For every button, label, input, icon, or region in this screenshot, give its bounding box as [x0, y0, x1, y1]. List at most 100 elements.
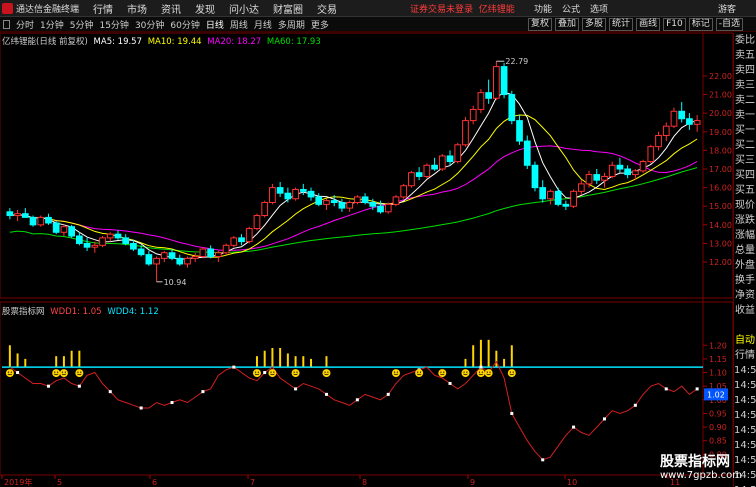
sidebar-item[interactable]: 收益 [734, 303, 756, 318]
candle-body [346, 202, 353, 209]
smiley-eye [10, 371, 12, 373]
sidebar-item[interactable]: 现价 [734, 198, 756, 213]
sidebar-item[interactable]: 行情 [734, 348, 756, 363]
smiley-eye [54, 371, 56, 373]
sidebar-item[interactable]: 买一 [734, 123, 756, 138]
candle-body [608, 164, 616, 177]
sidebar-item[interactable]: 外盘 [734, 258, 756, 273]
candle-body [539, 187, 547, 200]
y-tick-label: 22.00 [709, 72, 732, 81]
sidebar-item[interactable]: 自动 [734, 333, 756, 348]
sidebar-item[interactable]: 买五 [734, 183, 756, 198]
candle-body [624, 168, 631, 176]
candle-body [323, 200, 330, 205]
smiley-signal-icon [52, 369, 61, 378]
candle-body [114, 233, 122, 239]
smiley-face [391, 369, 400, 378]
sidebar-item[interactable]: 14:56 [734, 363, 756, 378]
sidebar-item[interactable]: 净资 [734, 288, 756, 303]
candle-body [477, 92, 485, 110]
sidebar-item[interactable]: 14:56 [734, 438, 756, 453]
y-tick-label: 18.00 [709, 146, 732, 155]
candle-body [106, 233, 114, 239]
candle-body [276, 187, 284, 194]
y-tick-label: 17.00 [709, 165, 732, 174]
indicator-y-tick-label: 0.85 [709, 437, 727, 446]
smiley-signal-icon [5, 369, 14, 378]
ma5-label: MA5: 19.57 [93, 37, 143, 47]
signal-bar [16, 353, 19, 368]
sidebar-item[interactable]: 卖二 [734, 93, 756, 108]
sidebar-item[interactable]: 14:56 [734, 483, 756, 487]
candle-body [338, 202, 346, 209]
smiley-eye [486, 371, 488, 373]
sidebar-item[interactable]: 14:56 [734, 423, 756, 438]
wdd1-point [633, 403, 637, 407]
sidebar-item[interactable] [734, 318, 756, 333]
candle-body [122, 237, 130, 244]
smiley-eye [296, 371, 298, 373]
smiley-face [322, 369, 331, 378]
smiley-face [461, 369, 470, 378]
signal-bar [279, 348, 282, 368]
sidebar-item[interactable]: 卖五 [734, 48, 756, 63]
sidebar-item[interactable]: 14:56 [734, 393, 756, 408]
candle-body [330, 200, 338, 204]
wdd1-point [355, 398, 359, 402]
sidebar-item[interactable]: 卖一 [734, 108, 756, 123]
smiley-signal-icon [252, 369, 261, 378]
wdd1-point [108, 390, 112, 394]
sidebar-item[interactable]: 卖三 [734, 78, 756, 93]
candle-body [686, 118, 693, 125]
candle-body [500, 66, 508, 96]
candle-body [585, 174, 593, 185]
candle-body [485, 92, 492, 99]
sidebar-item[interactable]: 14:56 [734, 378, 756, 393]
smiley-signal-icon [59, 369, 68, 378]
sidebar-item[interactable]: 换手 [734, 273, 756, 288]
candle-body [68, 226, 76, 237]
sidebar-item[interactable]: 14:56 [734, 453, 756, 468]
smiley-eye [489, 371, 491, 373]
sidebar-item[interactable]: 买四 [734, 168, 756, 183]
smiley-eye [327, 371, 329, 373]
smiley-face [75, 369, 84, 378]
signal-bar [310, 358, 313, 368]
candle-body [76, 235, 83, 244]
sidebar-item[interactable]: 涨幅 [734, 228, 756, 243]
smiley-eye [478, 371, 481, 373]
sidebar-item[interactable]: 买三 [734, 153, 756, 168]
sidebar-item[interactable]: 卖四 [734, 63, 756, 78]
candle-body [570, 190, 577, 207]
candle-body [423, 164, 431, 177]
x-tick-label: 9 [470, 478, 475, 487]
sidebar-item[interactable]: 委比 [734, 33, 756, 48]
sidebar-item[interactable]: 14:56 [734, 408, 756, 423]
smiley-face [252, 369, 261, 378]
indicator-header: 股票指标网 WDD1: 1.05 WDD4: 1.12 [2, 305, 162, 317]
smiley-face [438, 369, 447, 378]
sidebar-item[interactable]: 涨跌 [734, 213, 756, 228]
kline-chart[interactable]: 22.00 21.00 20.00 19.00 18.00 17.00 16.00 15.00… [0, 0, 733, 487]
watermark-url: www.7gpzb.com [660, 470, 742, 481]
wdd1-point [572, 425, 576, 429]
candle-body [261, 202, 269, 217]
smiley-signal-icon [507, 369, 516, 378]
candle-body [37, 216, 45, 226]
smiley-eye [257, 371, 259, 373]
candle-body [29, 216, 37, 226]
sidebar-item[interactable]: 买二 [734, 138, 756, 153]
sidebar-item[interactable]: 总量 [734, 243, 756, 258]
wdd1-point [479, 365, 483, 369]
candle-body [99, 237, 106, 246]
candle-body [655, 134, 662, 148]
wdd1-point [386, 392, 390, 396]
indicator-y-tick-label: 0.95 [709, 409, 727, 418]
wdd1-point [139, 406, 143, 410]
candle-body [469, 108, 477, 122]
x-tick-label: 6 [152, 478, 157, 487]
signal-bar [464, 358, 467, 368]
y-tick-label: 19.00 [709, 128, 732, 137]
candle-body [153, 257, 160, 265]
smiley-eye [443, 371, 445, 373]
